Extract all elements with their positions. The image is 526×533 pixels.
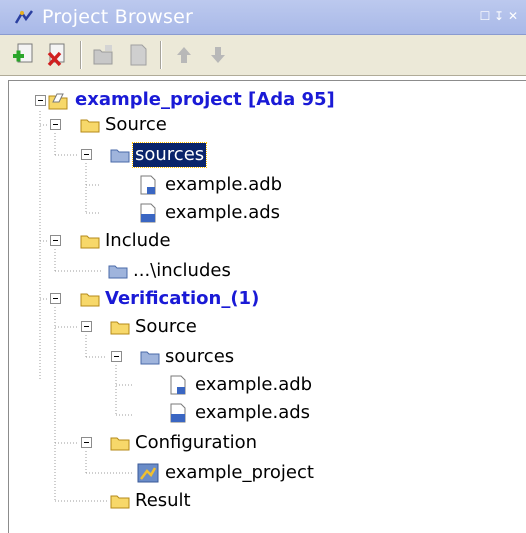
add-file-button[interactable] bbox=[124, 41, 152, 69]
collapse-toggle[interactable] bbox=[50, 119, 61, 130]
blue-folder-icon bbox=[110, 149, 130, 163]
collapse-toggle[interactable] bbox=[81, 321, 92, 332]
collapse-toggle[interactable] bbox=[50, 293, 61, 304]
folder-icon bbox=[110, 495, 130, 509]
folder-icon bbox=[110, 437, 130, 451]
folder-icon bbox=[80, 119, 100, 133]
restore-button[interactable]: ☐ bbox=[478, 9, 492, 23]
move-down-button[interactable] bbox=[204, 41, 232, 69]
new-project-button[interactable] bbox=[10, 41, 38, 69]
ada-spec-file-icon bbox=[170, 403, 186, 423]
collapse-toggle[interactable] bbox=[50, 235, 61, 246]
collapse-toggle[interactable] bbox=[81, 149, 92, 160]
close-button[interactable]: ✕ bbox=[506, 9, 520, 23]
blue-folder-icon bbox=[108, 265, 128, 279]
blue-folder-icon bbox=[140, 351, 160, 365]
project-tree[interactable]: example_project [Ada 95] Source sources … bbox=[8, 80, 526, 533]
folder-icon bbox=[110, 321, 130, 335]
project-browser-window: Project Browser ☐ ↧ ✕ example_project [A… bbox=[0, 0, 526, 533]
toolbar bbox=[0, 35, 526, 76]
add-folder-button[interactable] bbox=[90, 41, 118, 69]
move-up-button[interactable] bbox=[170, 41, 198, 69]
configuration-file-icon bbox=[137, 463, 159, 483]
project-browser-icon bbox=[14, 10, 33, 24]
project-folder-icon bbox=[48, 93, 68, 110]
toolbar-separator bbox=[160, 41, 161, 69]
folder-icon bbox=[80, 293, 100, 307]
folder-icon bbox=[80, 235, 100, 249]
ada-body-file-icon bbox=[140, 175, 156, 195]
collapse-toggle[interactable] bbox=[35, 95, 46, 106]
ada-body-file-icon bbox=[170, 375, 186, 395]
toolbar-separator bbox=[80, 41, 81, 69]
title-bar: Project Browser ☐ ↧ ✕ bbox=[0, 0, 526, 35]
pin-button[interactable]: ↧ bbox=[492, 9, 506, 23]
ada-spec-file-icon bbox=[140, 203, 156, 223]
window-title: Project Browser bbox=[42, 6, 194, 28]
collapse-toggle[interactable] bbox=[81, 437, 92, 448]
collapse-toggle[interactable] bbox=[111, 351, 122, 362]
delete-button[interactable] bbox=[44, 41, 72, 69]
window-controls: ☐ ↧ ✕ bbox=[478, 9, 520, 23]
